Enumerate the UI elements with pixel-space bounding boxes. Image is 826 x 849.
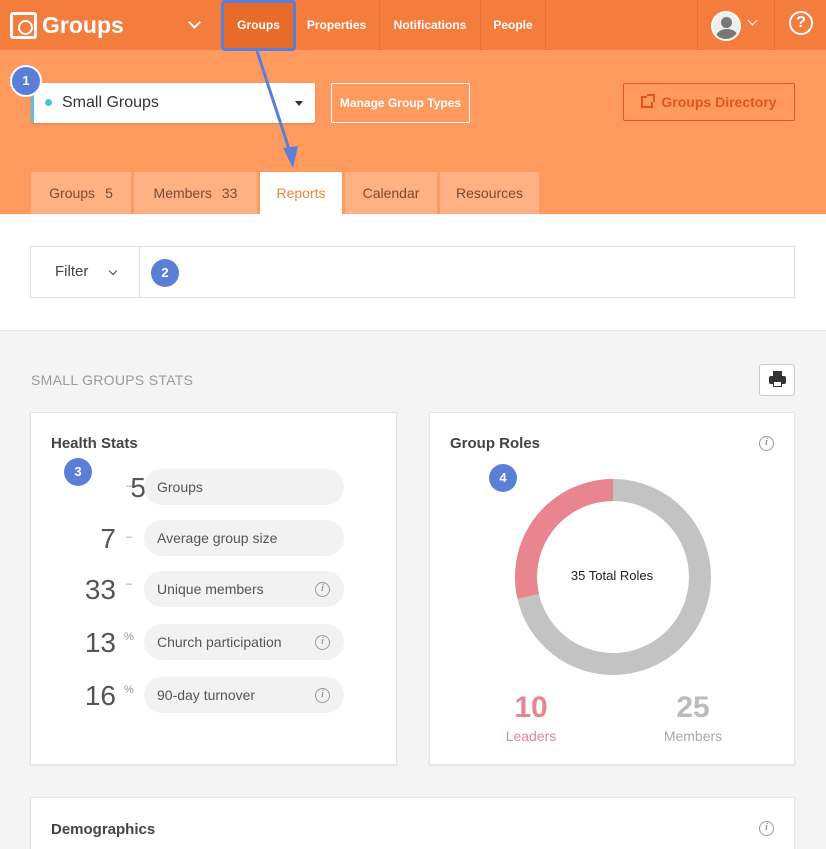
annotation-arrow xyxy=(255,50,298,168)
annotation-badge: 1 xyxy=(10,65,42,97)
highlight-box xyxy=(221,0,296,51)
annotation-badge: 4 xyxy=(489,464,517,492)
annotation-badge: 3 xyxy=(64,458,92,486)
annotation-badge: 2 xyxy=(151,259,179,287)
